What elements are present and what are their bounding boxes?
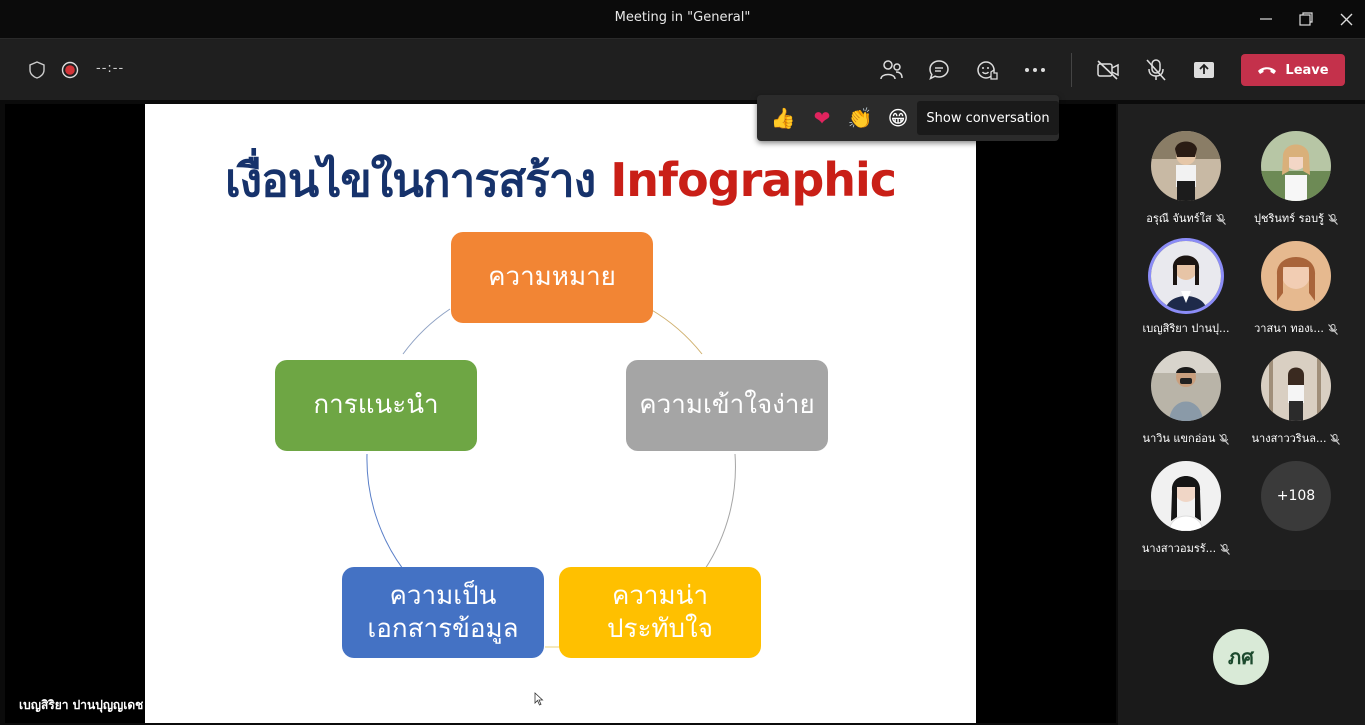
title-bar: Meeting in "General" <box>0 0 1365 38</box>
slide-title-english: Infographic <box>610 153 897 207</box>
restore-button[interactable] <box>1286 0 1326 38</box>
restore-icon <box>1299 12 1313 26</box>
chat-icon[interactable] <box>925 56 953 84</box>
close-icon <box>1340 13 1352 25</box>
participant-name: นางสาวอมรรั... <box>1130 539 1242 557</box>
participant-tile[interactable]: อรุณี จันทร์ใส <box>1130 131 1242 231</box>
mic-off-icon <box>1327 323 1338 335</box>
toolbar-divider <box>1071 53 1072 87</box>
participant-name: นางสาววรินล... <box>1240 429 1352 447</box>
slide-title: เงื่อนไขในการสร้าง Infographic <box>145 144 976 217</box>
avatar <box>1261 241 1331 311</box>
mic-off-icon <box>1219 433 1230 445</box>
avatar <box>1261 131 1331 201</box>
avatar <box>1151 351 1221 421</box>
participant-tile-active-speaker[interactable]: เบญสิริยา ปานปุ... <box>1130 241 1242 341</box>
box-easy-understanding: ความเข้าใจง่าย <box>626 360 828 451</box>
participant-name: อรุณี จันทร์ใส <box>1130 209 1242 227</box>
avatar <box>1151 241 1221 311</box>
more-participants-button[interactable]: +108 <box>1261 461 1331 531</box>
leave-button[interactable]: Leave <box>1241 54 1345 86</box>
leave-label: Leave <box>1285 62 1329 78</box>
raise-hand-icon[interactable] <box>973 56 1001 84</box>
avatar <box>1261 351 1331 421</box>
box-recommendation: การแนะนำ <box>275 360 477 451</box>
window-title: Meeting in "General" <box>614 10 751 25</box>
participant-tile[interactable]: วาสนา ทองเ... <box>1240 241 1352 341</box>
avatar <box>1151 131 1221 201</box>
meeting-toolbar: --:-- Leave <box>0 38 1365 100</box>
box-impressive: ความน่า ประทับใจ <box>559 567 761 658</box>
participant-name: ปุชรินทร์ รอบรู้ <box>1240 209 1352 227</box>
clap-reaction[interactable]: 👏 <box>846 104 874 132</box>
mic-off-icon <box>1215 213 1226 225</box>
mic-off-icon <box>1328 213 1338 225</box>
minimize-icon <box>1260 18 1272 20</box>
people-icon[interactable] <box>877 56 905 84</box>
mic-off-icon <box>1330 433 1341 445</box>
participant-tile[interactable]: นางสาวอมรรั... <box>1130 461 1242 561</box>
shared-screen-stage: เงื่อนไขในการสร้าง Infographic ความหมาย … <box>5 104 1116 723</box>
laugh-reaction[interactable]: 😁 <box>884 104 912 132</box>
like-reaction[interactable]: 👍 <box>769 104 797 132</box>
presentation-slide: เงื่อนไขในการสร้าง Infographic ความหมาย … <box>145 104 976 723</box>
participant-tile[interactable]: นางสาววรินล... <box>1240 351 1352 451</box>
minimize-button[interactable] <box>1246 0 1286 38</box>
participant-tile[interactable]: ปุชรินทร์ รอบรู้ <box>1240 131 1352 231</box>
mouse-cursor-icon <box>534 692 544 706</box>
more-icon[interactable] <box>1021 56 1049 84</box>
participant-name: วาสนา ทองเ... <box>1240 319 1352 337</box>
teams-meeting-window: Meeting in "General" --:-- Leave เงื่อนไ… <box>0 0 1365 725</box>
participant-tile[interactable]: นาวิน แขกอ่อน <box>1130 351 1242 451</box>
show-conversation-tooltip: Show conversation <box>917 101 1059 135</box>
participant-name: เบญสิริยา ปานปุ... <box>1142 322 1230 335</box>
box-document-data: ความเป็น เอกสารข้อมูล <box>342 567 544 658</box>
slide-title-thai: เงื่อนไขในการสร้าง <box>224 153 596 207</box>
phone-icon <box>1258 67 1277 74</box>
heart-reaction[interactable]: ❤ <box>808 104 836 132</box>
box-meaning: ความหมาย <box>451 232 653 323</box>
presenter-name: เบญสิริยา ปานปุญญเดช <box>19 698 144 712</box>
camera-off-icon[interactable] <box>1094 56 1122 84</box>
mic-off-icon <box>1220 543 1231 555</box>
participant-name: นาวิน แขกอ่อน <box>1130 429 1242 447</box>
record-icon <box>59 59 81 81</box>
self-avatar[interactable]: ภศ <box>1213 629 1269 685</box>
close-button[interactable] <box>1326 0 1365 38</box>
shield-icon[interactable] <box>26 59 48 81</box>
avatar <box>1151 461 1221 531</box>
mic-off-icon[interactable] <box>1142 56 1170 84</box>
meeting-timer: --:-- <box>96 61 125 76</box>
share-icon[interactable] <box>1190 56 1218 84</box>
